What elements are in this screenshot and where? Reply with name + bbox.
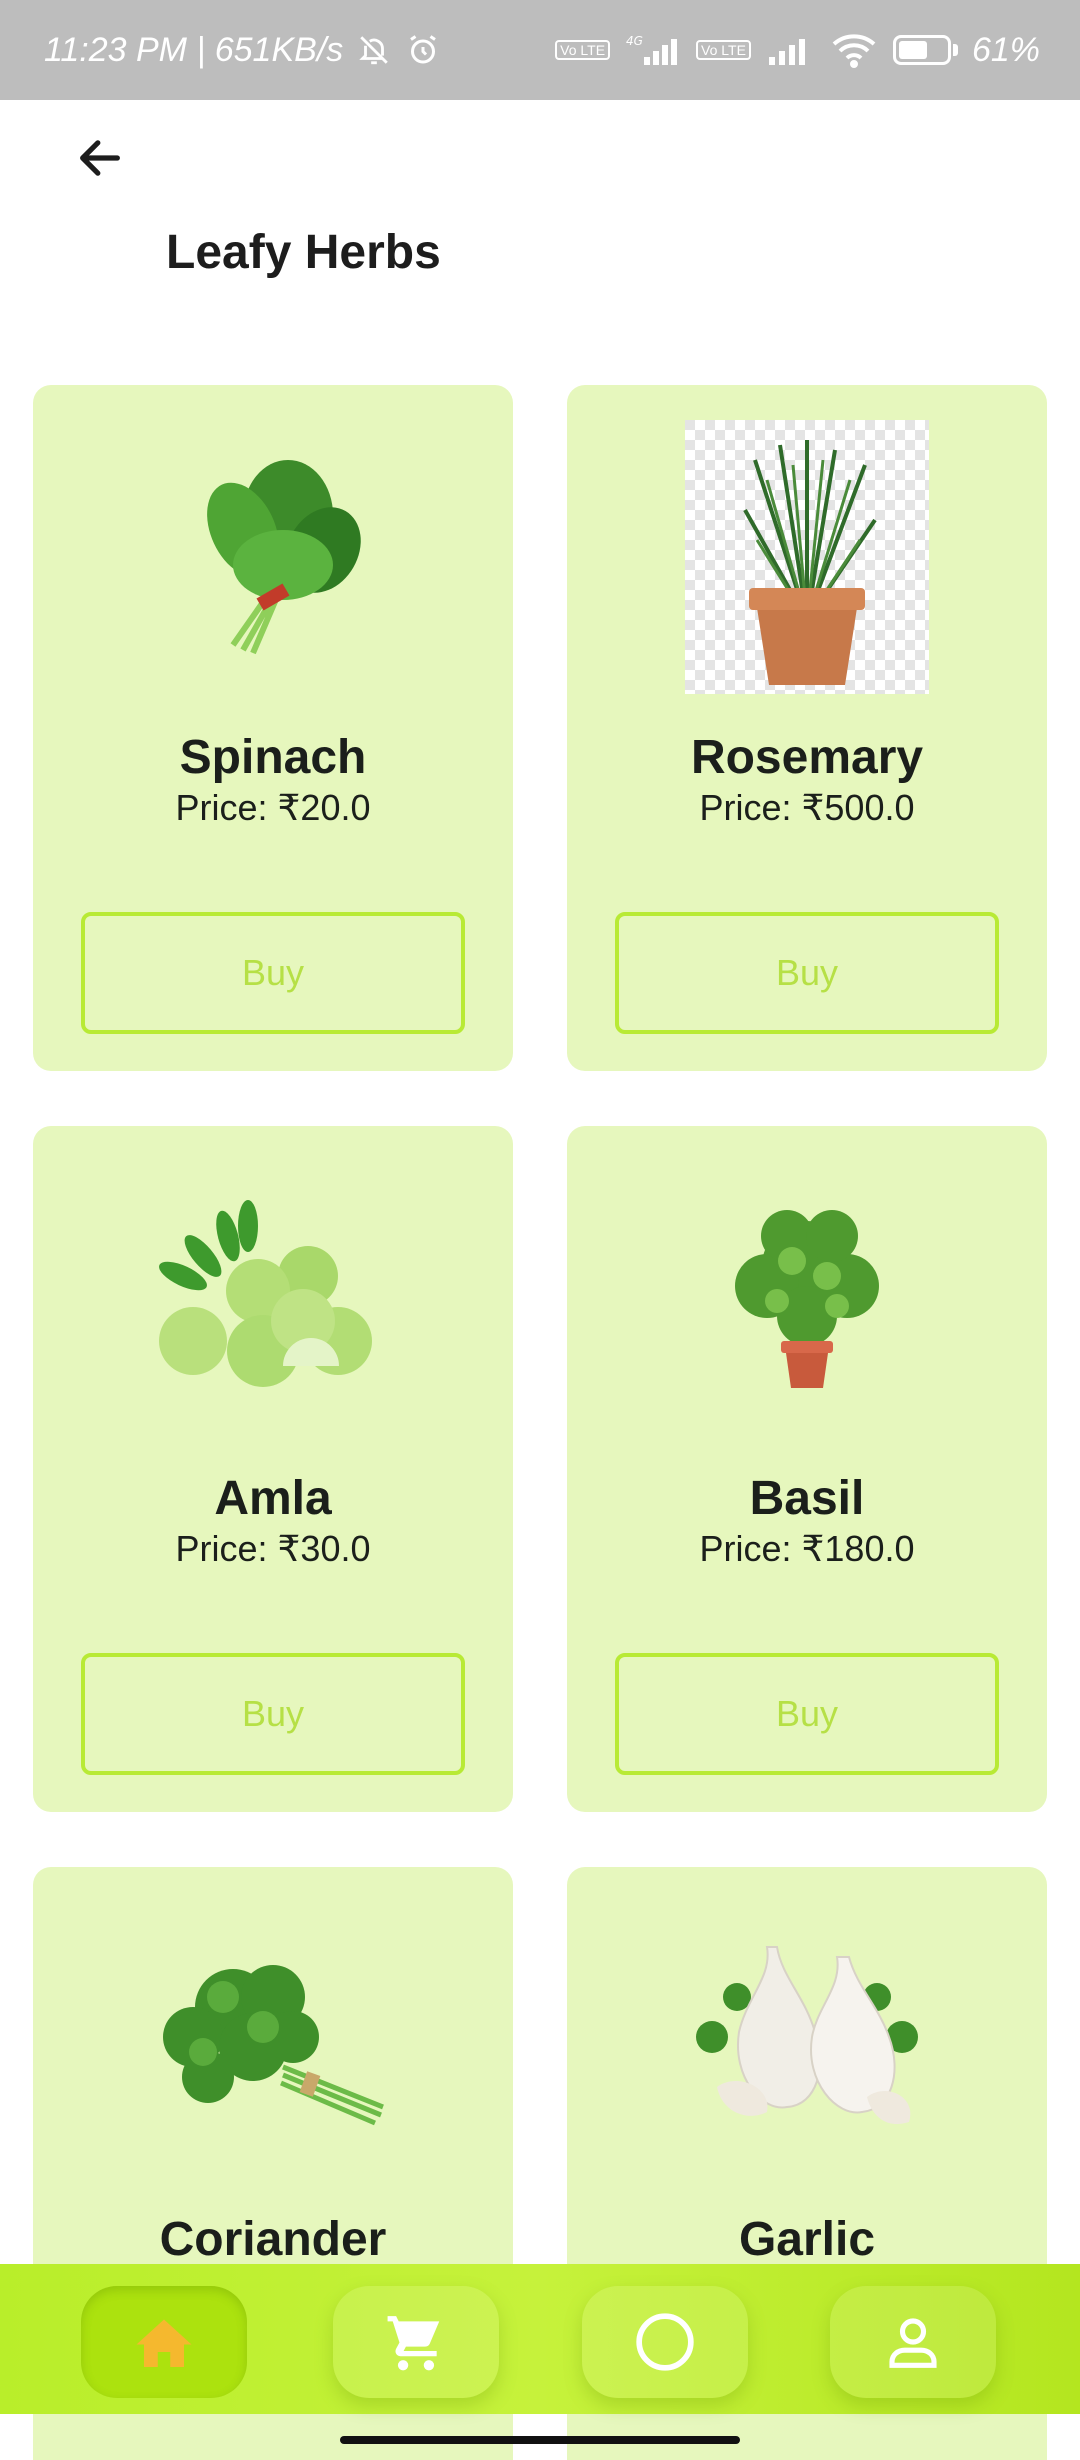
product-price: Price: ₹180.0 <box>699 1528 915 1569</box>
svg-text:4G: 4G <box>626 34 643 48</box>
status-right: Vo LTE 4G Vo LTE 61% <box>555 31 1040 70</box>
spinach-image <box>173 445 373 665</box>
signal-4g-icon: 4G <box>624 33 682 67</box>
coriander-image <box>153 1937 393 2127</box>
product-card-basil[interactable]: Basil Price: ₹180.0 Buy <box>567 1126 1047 1812</box>
product-price: Price: ₹500.0 <box>699 787 915 828</box>
product-name: Rosemary <box>690 731 924 784</box>
alarm-icon <box>405 32 441 68</box>
circle-icon <box>636 2313 694 2371</box>
nav-circle[interactable] <box>582 2286 748 2398</box>
garlic-image <box>677 1937 937 2137</box>
product-name: Spinach <box>179 731 367 784</box>
buy-button[interactable]: Buy <box>81 912 465 1034</box>
back-button[interactable] <box>62 120 138 196</box>
basil-image <box>717 1196 897 1396</box>
arrow-left-icon <box>80 140 120 176</box>
buy-button[interactable]: Buy <box>81 1653 465 1775</box>
volte-badge-1: Vo LTE <box>555 40 611 60</box>
gesture-bar[interactable] <box>340 2436 740 2444</box>
nav-cart[interactable] <box>333 2286 499 2398</box>
wifi-icon <box>829 32 879 68</box>
buy-button[interactable]: Buy <box>615 1653 999 1775</box>
volte-badge-2: Vo LTE <box>696 40 751 60</box>
product-name: Amla <box>214 1472 332 1525</box>
battery-percent: 61% <box>971 30 1040 69</box>
profile-icon <box>889 2318 937 2368</box>
product-price: Price: ₹20.0 <box>175 787 371 828</box>
battery-icon <box>892 35 958 65</box>
status-time-speed: 11:23 PM | 651KB/s <box>44 30 344 69</box>
product-price: Price: ₹30.0 <box>175 1528 371 1569</box>
rosemary-image <box>685 420 929 694</box>
signal-icon <box>765 33 815 67</box>
product-name: Basil <box>749 1472 865 1525</box>
product-card-spinach[interactable]: Spinach Price: ₹20.0 Buy <box>33 385 513 1071</box>
product-name: Garlic <box>738 2213 876 2266</box>
amla-image <box>133 1196 413 1396</box>
status-bar: 11:23 PM | 651KB/s Vo LTE 4G Vo LTE 61% <box>0 0 1080 100</box>
home-icon <box>136 2319 192 2367</box>
product-card-amla[interactable]: Amla Price: ₹30.0 Buy <box>33 1126 513 1812</box>
cart-icon <box>387 2316 440 2371</box>
nav-profile[interactable] <box>830 2286 996 2398</box>
product-card-rosemary[interactable]: Rosemary Price: ₹500.0 Buy <box>567 385 1047 1071</box>
bottom-nav <box>0 2264 1080 2414</box>
bell-off-icon <box>357 33 391 67</box>
page-title: Leafy Herbs <box>166 226 441 279</box>
buy-button[interactable]: Buy <box>615 912 999 1034</box>
nav-home[interactable] <box>81 2286 247 2398</box>
product-name: Coriander <box>159 2213 387 2266</box>
status-left: 11:23 PM | 651KB/s <box>44 31 441 70</box>
